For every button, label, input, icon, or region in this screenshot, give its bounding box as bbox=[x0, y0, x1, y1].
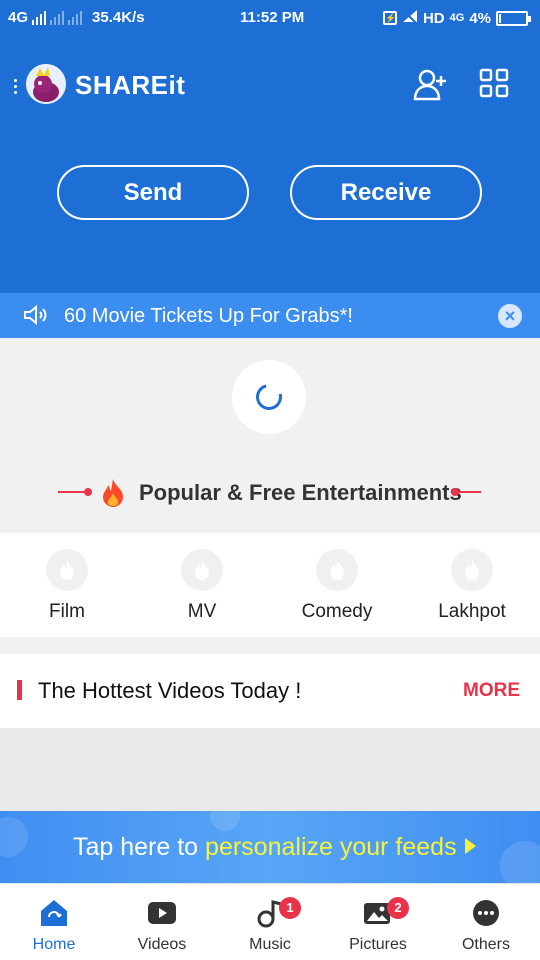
flame-placeholder-icon bbox=[46, 549, 88, 591]
personalize-text-highlight: personalize your feeds bbox=[205, 833, 457, 861]
nav-label: Music bbox=[249, 936, 291, 953]
others-icon bbox=[469, 898, 503, 928]
category-list: Film MV Comedy Lakhpot bbox=[0, 533, 540, 637]
network-type: 4G bbox=[8, 9, 29, 26]
divider-right bbox=[455, 491, 481, 493]
popular-section-title: Popular & Free Entertainments bbox=[139, 480, 462, 505]
personalize-feeds-banner[interactable]: Tap here to personalize your feeds bbox=[0, 811, 540, 883]
flame-placeholder-icon bbox=[316, 549, 358, 591]
personalize-text: Tap here to personalize your feeds bbox=[73, 833, 476, 862]
loading-indicator bbox=[232, 360, 306, 434]
network-speed: 35.4K/s bbox=[92, 9, 145, 26]
fire-icon bbox=[100, 478, 126, 508]
battery-icon bbox=[496, 10, 531, 26]
content-placeholder bbox=[0, 728, 540, 811]
nav-others[interactable]: Others bbox=[432, 884, 540, 960]
receive-button[interactable]: Receive bbox=[290, 165, 482, 220]
nav-label: Others bbox=[461, 936, 510, 953]
nav-pictures[interactable]: 2 Pictures bbox=[324, 884, 432, 960]
charging-notification-icon: ⚡ bbox=[382, 11, 397, 25]
promo-notice-text: 60 Movie Tickets Up For Grabs*! bbox=[64, 305, 353, 327]
nav-home[interactable]: Home bbox=[0, 884, 108, 960]
music-badge: 1 bbox=[279, 897, 301, 919]
home-icon bbox=[37, 898, 71, 928]
pictures-badge: 2 bbox=[387, 897, 409, 919]
play-arrow-icon bbox=[464, 838, 476, 854]
hottest-videos-title: The Hottest Videos Today ! bbox=[38, 678, 302, 703]
app-screen: 4G 35.4K/s 11:52 PM ⚡ HD 4G 4% SHAREit S… bbox=[0, 0, 540, 960]
nav-label: Videos bbox=[137, 936, 187, 953]
banner-decoration bbox=[500, 841, 540, 883]
videos-icon bbox=[145, 898, 179, 928]
nav-label: Home bbox=[32, 936, 76, 953]
category-lakhpot[interactable]: Lakhpot bbox=[422, 549, 522, 623]
avatar[interactable] bbox=[26, 64, 66, 104]
signal-bars-tertiary-icon bbox=[68, 10, 83, 25]
banner-decoration bbox=[210, 811, 240, 831]
divider-left bbox=[58, 491, 84, 493]
hd-label: HD bbox=[422, 9, 445, 27]
nav-videos[interactable]: Videos bbox=[108, 884, 216, 960]
battery-percent: 4% bbox=[469, 9, 491, 27]
hottest-videos-header: The Hottest Videos Today ! MORE bbox=[0, 654, 540, 728]
status-bar: 4G 35.4K/s 11:52 PM ⚡ HD 4G 4% bbox=[0, 0, 540, 36]
flame-placeholder-icon bbox=[451, 549, 493, 591]
add-friend-icon[interactable] bbox=[412, 67, 448, 103]
close-icon[interactable]: × bbox=[498, 304, 522, 328]
signal-bars-secondary-icon bbox=[50, 10, 65, 25]
personalize-text-prefix: Tap here to bbox=[73, 833, 199, 861]
nav-music[interactable]: 1 Music bbox=[216, 884, 324, 960]
app-header: SHAREit Send Receive bbox=[0, 36, 540, 293]
category-comedy[interactable]: Comedy bbox=[287, 549, 387, 623]
category-label: MV bbox=[187, 601, 217, 622]
signal-bars-icon bbox=[32, 10, 47, 25]
send-button[interactable]: Send bbox=[57, 165, 249, 220]
status-right: ⚡ HD 4G 4% bbox=[382, 9, 531, 27]
category-label: Comedy bbox=[301, 601, 373, 622]
battery-fill bbox=[499, 13, 502, 23]
apps-grid-icon[interactable] bbox=[478, 67, 514, 103]
category-mv[interactable]: MV bbox=[152, 549, 252, 623]
speaker-icon bbox=[22, 303, 50, 327]
divider-dot-left bbox=[84, 488, 92, 496]
section-accent-bar bbox=[17, 680, 22, 700]
menu-dots-icon[interactable] bbox=[14, 79, 20, 94]
network-4g-label: 4G bbox=[449, 12, 465, 24]
flame-placeholder-icon bbox=[181, 549, 223, 591]
banner-decoration bbox=[0, 817, 28, 857]
app-title: SHAREit bbox=[75, 70, 186, 100]
more-link[interactable]: MORE bbox=[463, 680, 520, 702]
bottom-navigation: Home Videos 1 Music 2 Pictures Others bbox=[0, 883, 540, 960]
no-signal-icon bbox=[402, 9, 418, 27]
popular-section-header: Popular & Free Entertainments bbox=[0, 474, 540, 514]
nav-label: Pictures bbox=[349, 936, 407, 953]
promo-notice[interactable]: 60 Movie Tickets Up For Grabs*! × bbox=[0, 293, 540, 338]
status-time: 11:52 PM bbox=[240, 9, 305, 26]
category-label: Film bbox=[49, 601, 85, 622]
spinner-icon bbox=[251, 379, 287, 415]
category-film[interactable]: Film bbox=[17, 549, 117, 623]
network-status: 4G 35.4K/s bbox=[8, 9, 145, 26]
category-label: Lakhpot bbox=[438, 601, 506, 622]
